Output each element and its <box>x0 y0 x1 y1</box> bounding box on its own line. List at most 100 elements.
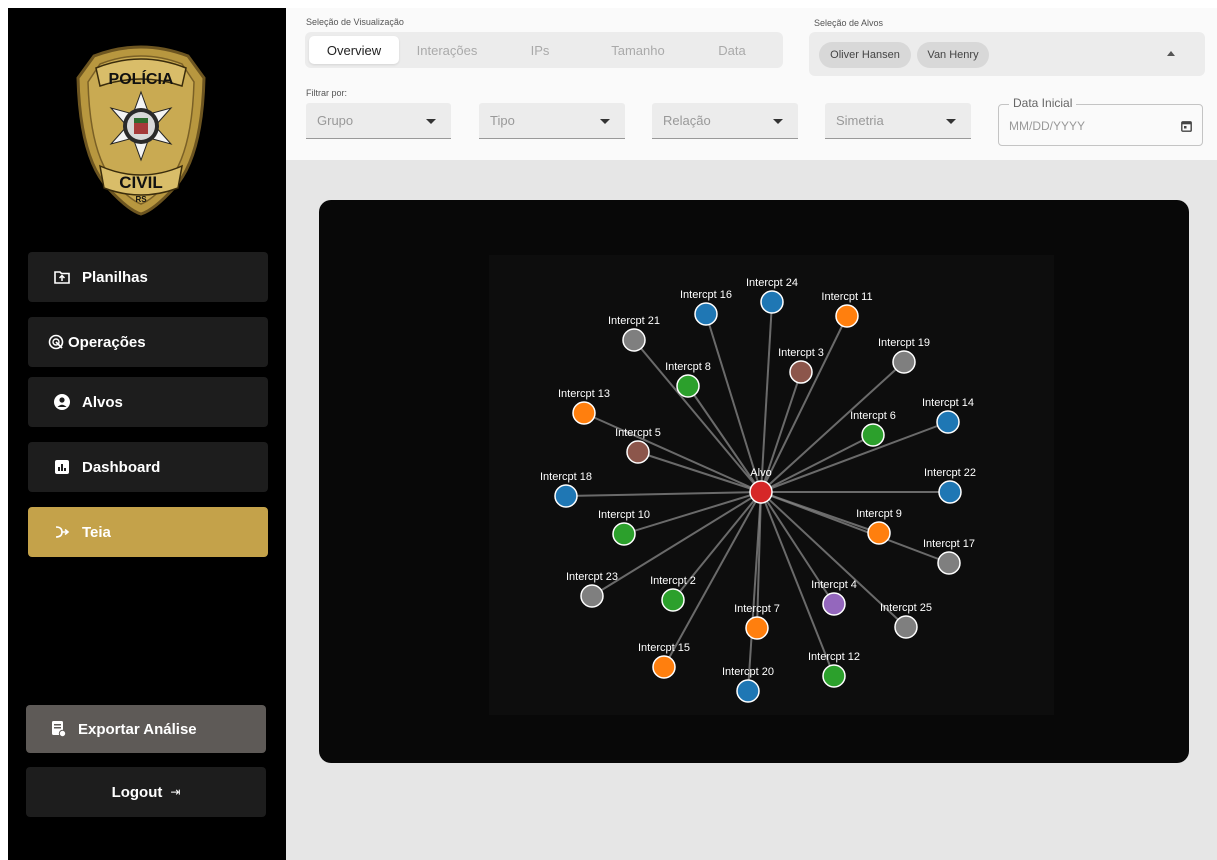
graph-node-intercpt-21-label: Intercpt 21 <box>608 315 660 327</box>
graph-node-intercpt-11[interactable] <box>835 304 859 328</box>
graph-node-intercpt-4[interactable] <box>822 592 846 616</box>
sidebar-item-label: Operações <box>68 333 146 351</box>
graph-node-intercpt-6[interactable] <box>861 423 885 447</box>
graph-node-intercpt-14[interactable] <box>936 410 960 434</box>
graph-node-intercpt-10[interactable] <box>612 522 636 546</box>
chevron-down-icon <box>946 119 956 124</box>
graph-node-intercpt-22-label: Intercpt 22 <box>924 467 976 479</box>
graph-node-intercpt-16[interactable] <box>694 302 718 326</box>
graph-node-intercpt-23[interactable] <box>580 584 604 608</box>
graph-node-alvo-label: Alvo <box>750 467 771 479</box>
graph-node-intercpt-16-label: Intercpt 16 <box>680 289 732 301</box>
graph-node-alvo[interactable] <box>749 480 773 504</box>
graph-node-intercpt-12[interactable] <box>822 664 846 688</box>
graph-node-intercpt-19[interactable] <box>892 350 916 374</box>
graph-node-intercpt-23-label: Intercpt 23 <box>566 571 618 583</box>
upload-folder-icon <box>54 269 70 285</box>
tab-overview[interactable]: Overview <box>309 36 399 64</box>
chevron-down-icon <box>426 119 436 124</box>
graph-node-intercpt-8-label: Intercpt 8 <box>665 361 711 373</box>
graph-node-intercpt-12-label: Intercpt 12 <box>808 651 860 663</box>
target-multiselect[interactable]: Oliver Hansen Van Henry <box>809 32 1205 76</box>
graph-node-intercpt-5[interactable] <box>626 440 650 464</box>
export-sheet-icon <box>52 721 66 737</box>
graph-node-intercpt-11-label: Intercpt 11 <box>821 291 872 303</box>
graph-node-intercpt-22[interactable] <box>938 480 962 504</box>
graph-node-intercpt-25-label: Intercpt 25 <box>880 602 932 614</box>
start-date-placeholder: MM/DD/YYYY <box>1009 119 1086 133</box>
sidebar-item-operacoes[interactable]: Operações <box>28 317 268 367</box>
graph-node-intercpt-19-label: Intercpt 19 <box>878 337 930 349</box>
graph-node-intercpt-5-label: Intercpt 5 <box>615 427 661 439</box>
badge-bottom-text: CIVIL <box>119 173 162 192</box>
filter-panel: Seleção de Visualização Overview Interaç… <box>286 8 1217 160</box>
target-selection-label: Seleção de Alvos <box>814 18 884 28</box>
graph-node-intercpt-3-label: Intercpt 3 <box>778 347 824 359</box>
tab-data[interactable]: Data <box>697 36 767 64</box>
graph-node-intercpt-13-label: Intercpt 13 <box>558 388 610 400</box>
start-date-field[interactable]: Data Inicial MM/DD/YYYY <box>998 96 1203 146</box>
graph-node-intercpt-17-label: Intercpt 17 <box>923 538 975 550</box>
start-date-label: Data Inicial <box>1009 96 1077 110</box>
tab-interacoes[interactable]: Interações <box>405 36 489 64</box>
graph-node-intercpt-25[interactable] <box>894 615 918 639</box>
sidebar: POLÍCIA CIVIL RS Planilhas Operações Alv… <box>8 8 286 860</box>
chevron-down-icon <box>773 119 783 124</box>
logout-icon: ⇥ <box>170 785 181 799</box>
logout-label: Logout <box>111 783 163 801</box>
select-simetria[interactable]: Simetria <box>825 103 971 139</box>
graph-node-intercpt-3[interactable] <box>789 360 813 384</box>
graph-node-intercpt-20-label: Intercpt 20 <box>722 666 774 678</box>
select-grupo-placeholder: Grupo <box>317 113 354 128</box>
graph-node-intercpt-7[interactable] <box>745 616 769 640</box>
sidebar-item-label: Teia <box>82 523 111 541</box>
graph-node-intercpt-14-label: Intercpt 14 <box>922 397 974 409</box>
graph-node-intercpt-18-label: Intercpt 18 <box>540 471 592 483</box>
graph-node-intercpt-24[interactable] <box>760 290 784 314</box>
graph-node-intercpt-18[interactable] <box>554 484 578 508</box>
branching-arrow-icon <box>54 524 70 540</box>
sidebar-item-dashboard[interactable]: Dashboard <box>28 442 268 492</box>
filter-by-label: Filtrar por: <box>306 88 348 98</box>
select-relacao-placeholder: Relação <box>663 113 711 128</box>
select-relacao[interactable]: Relação <box>652 103 798 139</box>
tab-ips[interactable]: IPs <box>505 36 575 64</box>
radar-icon <box>48 334 64 350</box>
target-chip-oliver-hansen[interactable]: Oliver Hansen <box>819 42 911 68</box>
select-grupo[interactable]: Grupo <box>306 103 451 139</box>
graph-node-intercpt-2[interactable] <box>661 588 685 612</box>
export-analysis-label: Exportar Análise <box>78 720 197 738</box>
caret-up-icon[interactable] <box>1167 51 1175 56</box>
target-chip-van-henry[interactable]: Van Henry <box>917 42 989 68</box>
graph-node-intercpt-24-label: Intercpt 24 <box>746 277 798 289</box>
badge-top-text: POLÍCIA <box>109 69 174 88</box>
network-graph[interactable]: Intercpt 24 Intercpt 16 Intercpt 11 Intercp… <box>319 200 1189 763</box>
bar-chart-icon <box>54 459 70 475</box>
chevron-down-icon <box>600 119 610 124</box>
graph-node-intercpt-13[interactable] <box>572 401 596 425</box>
graph-node-intercpt-8[interactable] <box>676 374 700 398</box>
content-area: Intercpt 24 Intercpt 16 Intercpt 11 Intercp… <box>286 160 1217 860</box>
graph-node-intercpt-17[interactable] <box>937 551 961 575</box>
sidebar-item-teia[interactable]: Teia <box>28 507 268 557</box>
sidebar-item-planilhas[interactable]: Planilhas <box>28 252 268 302</box>
sidebar-item-alvos[interactable]: Alvos <box>28 377 268 427</box>
graph-node-intercpt-15[interactable] <box>652 655 676 679</box>
select-tipo-placeholder: Tipo <box>490 113 515 128</box>
select-tipo[interactable]: Tipo <box>479 103 625 139</box>
policia-civil-badge-logo: POLÍCIA CIVIL RS <box>76 45 206 216</box>
graph-node-intercpt-9[interactable] <box>867 521 891 545</box>
network-graph-card: Intercpt 24 Intercpt 16 Intercpt 11 Intercp… <box>319 200 1189 763</box>
badge-state-text: RS <box>135 195 147 204</box>
graph-node-intercpt-20[interactable] <box>736 679 760 703</box>
graph-node-intercpt-21[interactable] <box>622 328 646 352</box>
tab-tamanho[interactable]: Tamanho <box>595 36 681 64</box>
logout-button[interactable]: Logout ⇥ <box>26 767 266 817</box>
graph-node-intercpt-15-label: Intercpt 15 <box>638 642 690 654</box>
graph-node-intercpt-9-label: Intercpt 9 <box>856 508 902 520</box>
sidebar-item-label: Dashboard <box>82 458 161 476</box>
export-analysis-button[interactable]: Exportar Análise <box>26 705 266 753</box>
calendar-icon[interactable] <box>1181 119 1192 137</box>
graph-node-intercpt-10-label: Intercpt 10 <box>598 509 650 521</box>
graph-node-intercpt-7-label: Intercpt 7 <box>734 603 780 615</box>
